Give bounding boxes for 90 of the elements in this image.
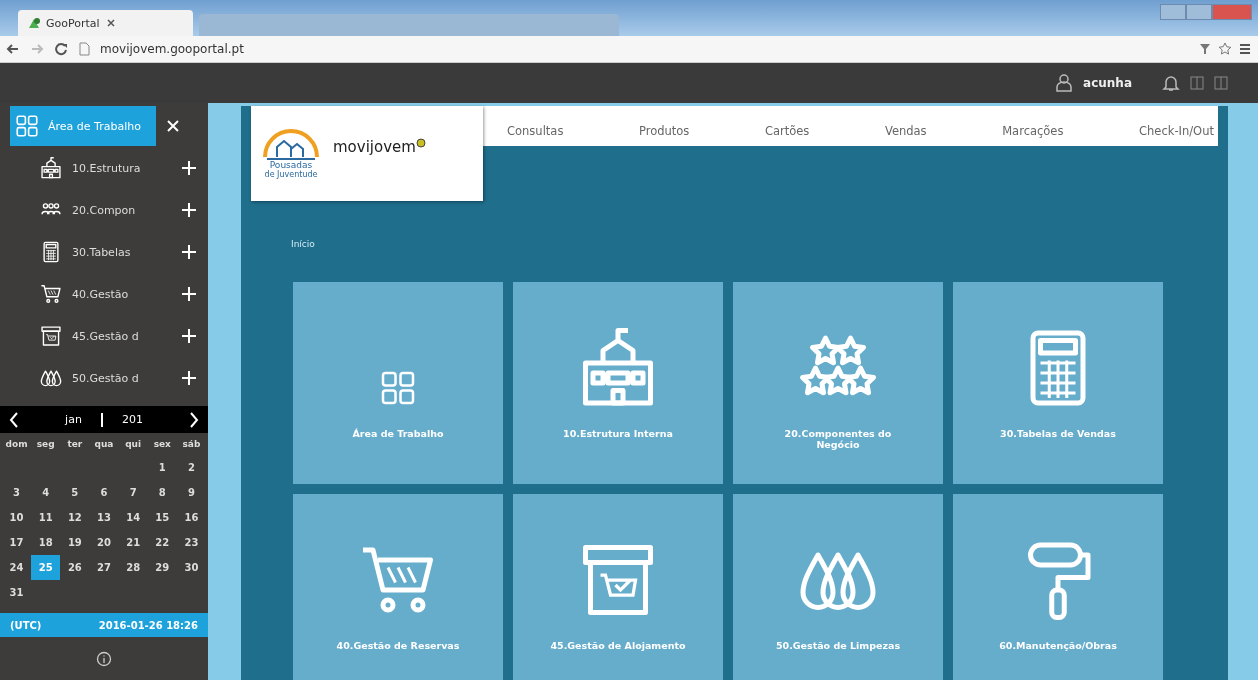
calendar-day[interactable]: 17 — [2, 530, 32, 555]
nav-link[interactable]: Produtos — [634, 124, 694, 138]
plus-icon[interactable] — [182, 245, 196, 259]
nav-link[interactable]: Marcações — [998, 124, 1068, 138]
weekday-label: qua — [93, 438, 115, 451]
info-icon[interactable] — [96, 650, 112, 667]
calculator-icon — [40, 241, 62, 263]
nav-link[interactable]: Cartões — [760, 124, 814, 138]
calendar-day[interactable]: 30 — [176, 555, 206, 580]
shopping-cart-icon — [40, 283, 62, 305]
weekday-label: dom — [4, 438, 29, 451]
plus-icon[interactable] — [182, 203, 196, 217]
calendar-day[interactable]: 9 — [176, 480, 206, 505]
weekday-label: seg — [35, 438, 56, 451]
house-logo-icon — [261, 128, 321, 161]
calendar-day[interactable]: 19 — [60, 530, 90, 555]
calendar-day[interactable]: 31 — [2, 580, 32, 605]
user-icon — [1055, 73, 1074, 93]
calendar-day[interactable]: 27 — [89, 555, 119, 580]
calendar-day[interactable]: 2 — [176, 455, 206, 480]
calendar-day[interactable]: 4 — [31, 480, 61, 505]
sidebar-item[interactable]: 50.Gestão d — [40, 367, 172, 389]
calendar-day[interactable]: 13 — [89, 505, 119, 530]
calendar-day[interactable]: 1 — [147, 455, 177, 480]
calendar-day[interactable]: 18 — [31, 530, 61, 555]
nav-link[interactable]: Check-In/Out — [1135, 124, 1218, 138]
plus-icon[interactable] — [182, 287, 196, 301]
logo-subtitle: de Juventude — [264, 169, 318, 179]
logo-subtitle: Pousadas — [269, 160, 313, 170]
calendar-day[interactable]: 16 — [176, 505, 206, 530]
page-icon — [78, 42, 90, 56]
plus-icon[interactable] — [182, 371, 196, 385]
calendar-day[interactable]: 24 — [2, 555, 32, 580]
calendar-day[interactable]: 5 — [60, 480, 90, 505]
year-label[interactable]: 201 — [121, 412, 143, 427]
url-field[interactable]: movijovem.gooportal.pt — [100, 42, 244, 56]
star-icon[interactable] — [1218, 42, 1232, 56]
calendar-day[interactable]: 26 — [60, 555, 90, 580]
sidebar-item[interactable]: 30.Tabelas — [40, 241, 172, 263]
calendar-day[interactable]: 21 — [118, 530, 148, 555]
sidebar-item[interactable]: 20.Compon — [40, 199, 172, 221]
calendar-day[interactable]: 12 — [60, 505, 90, 530]
month-label[interactable]: jan — [65, 412, 82, 427]
datetime-label: 2016-01-26 18:26 — [98, 619, 198, 631]
weekday-label: ter — [66, 438, 84, 451]
site-icon — [28, 17, 40, 29]
dot-icon — [415, 137, 426, 148]
school-building-icon — [40, 157, 62, 179]
sidebar-item[interactable]: 40.Gestão — [40, 283, 172, 305]
calendar-day[interactable]: 3 — [2, 480, 32, 505]
nav-link[interactable]: Vendas — [880, 124, 931, 138]
calendar-day[interactable]: 14 — [118, 505, 148, 530]
reload-icon[interactable] — [54, 42, 68, 56]
filter-icon[interactable] — [1198, 42, 1212, 56]
previous-icon[interactable] — [8, 411, 20, 428]
close-icon[interactable] — [105, 18, 116, 28]
calendar-day[interactable]: 6 — [89, 480, 119, 505]
next-icon[interactable] — [188, 411, 200, 428]
calendar-day[interactable]: 8 — [147, 480, 177, 505]
sidebar-item[interactable]: 45.Gestão d — [40, 325, 172, 347]
grid-icon — [14, 113, 40, 139]
plus-icon[interactable] — [182, 329, 196, 343]
bell-icon[interactable] — [1162, 74, 1180, 92]
panel-icon[interactable] — [1190, 75, 1204, 91]
calendar-day[interactable]: 15 — [147, 505, 177, 530]
sidebar-item[interactable]: 10.Estrutura — [40, 157, 172, 179]
weekday-label: qui — [124, 438, 143, 451]
logo-name: movijovem — [333, 137, 416, 156]
water-drops-icon — [40, 367, 62, 389]
user-name[interactable]: acunha — [1083, 76, 1132, 90]
calendar-day[interactable]: 29 — [147, 555, 177, 580]
menu-icon[interactable] — [1238, 42, 1252, 56]
back-icon[interactable] — [6, 42, 20, 56]
breadcrumb[interactable]: Início — [291, 239, 1218, 249]
calendar-day[interactable]: 22 — [147, 530, 177, 555]
separator-icon — [99, 412, 104, 427]
calendar-day[interactable]: 20 — [89, 530, 119, 555]
weekday-label: sex — [152, 438, 172, 451]
calendar-day[interactable]: 10 — [2, 505, 32, 530]
weekday-label: sáb — [181, 438, 202, 451]
browser-tab[interactable]: GooPortal — [18, 10, 193, 36]
nav-link[interactable]: Consultas — [503, 124, 568, 138]
plus-icon[interactable] — [182, 161, 196, 175]
calendar-day[interactable]: 23 — [176, 530, 206, 555]
panel-icon[interactable] — [1214, 75, 1228, 91]
calendar-day[interactable]: 7 — [118, 480, 148, 505]
timezone-label: (UTC) — [10, 619, 42, 631]
box-cart-icon — [40, 325, 62, 347]
calendar-day[interactable]: 28 — [118, 555, 148, 580]
calendar-day[interactable]: 11 — [31, 505, 61, 530]
